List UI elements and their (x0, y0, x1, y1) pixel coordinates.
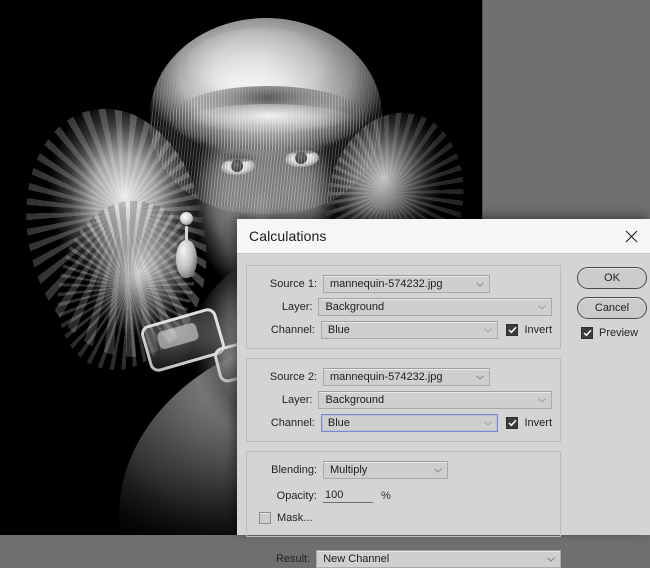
checkbox-checked-icon (506, 416, 519, 429)
source-1-group: Source 1: mannequin-574232.jpg Layer: Ba… (246, 265, 561, 349)
chevron-down-icon (484, 420, 493, 426)
source-2-channel-dropdown[interactable]: Blue (320, 413, 499, 432)
cancel-button[interactable]: Cancel (577, 297, 647, 319)
mask-checkbox[interactable]: Mask... (255, 509, 552, 527)
dialog-body: Source 1: mannequin-574232.jpg Layer: Ba… (237, 254, 650, 568)
source-1-label: Source 1: (269, 277, 317, 290)
source-2-row: Source 2: mannequin-574232.jpg (255, 367, 552, 386)
source-2-channel-label: Channel: (270, 416, 315, 429)
opacity-input[interactable]: 100 (323, 489, 373, 503)
preview-checkbox[interactable]: Preview (581, 327, 650, 339)
chevron-down-icon (476, 374, 484, 380)
source-2-layer-row: Layer: Background (255, 390, 552, 409)
source-1-invert-checkbox[interactable]: Invert (506, 323, 552, 336)
source-2-label: Source 2: (269, 370, 317, 383)
chevron-down-icon (434, 467, 442, 473)
blending-mode-dropdown[interactable]: Multiply (323, 460, 448, 479)
blending-mode-value: Multiply (330, 463, 368, 476)
blending-group: Blending: Multiply Opacity: 100 % Mask..… (246, 451, 561, 537)
checkbox-unchecked-icon (259, 512, 271, 524)
source-1-channel-row: Channel: Blue Invert (255, 320, 552, 339)
source-2-file-dropdown[interactable]: mannequin-574232.jpg (323, 367, 490, 386)
source-1-layer-dropdown[interactable]: Background (318, 297, 552, 316)
calculations-dialog: Calculations Source 1: mannequin-574232.… (237, 219, 650, 568)
chevron-down-icon (476, 281, 484, 287)
source-2-group: Source 2: mannequin-574232.jpg Layer: Ba… (246, 358, 561, 442)
opacity-percent-sign: % (381, 489, 391, 502)
dialog-button-column: OK Cancel Preview (577, 267, 650, 339)
result-label: Result: (275, 552, 311, 565)
close-icon[interactable] (616, 222, 646, 250)
blending-label: Blending: (271, 463, 317, 476)
source-2-channel-row: Channel: Blue Invert (255, 413, 552, 432)
chevron-down-icon (484, 327, 493, 333)
source-1-channel-value: Blue (327, 323, 350, 336)
opacity-row: Opacity: 100 % (255, 486, 552, 505)
photoshop-workspace: Calculations Source 1: mannequin-574232.… (0, 0, 650, 568)
preview-label: Preview (599, 327, 639, 339)
source-1-channel-label: Channel: (270, 323, 315, 336)
source-1-row: Source 1: mannequin-574232.jpg (255, 274, 552, 293)
mask-label: Mask... (277, 512, 313, 524)
dialog-left-column: Source 1: mannequin-574232.jpg Layer: Ba… (237, 254, 570, 568)
source-1-layer-value: Background (325, 300, 385, 313)
source-2-channel-value: Blue (327, 416, 350, 429)
checkbox-checked-icon (506, 323, 519, 336)
result-value: New Channel (323, 552, 390, 565)
source-2-invert-label: Invert (524, 416, 552, 429)
source-2-file-value: mannequin-574232.jpg (330, 370, 443, 383)
source-2-invert-checkbox[interactable]: Invert (506, 416, 552, 429)
source-1-invert-label: Invert (524, 323, 552, 336)
dialog-title: Calculations (249, 228, 327, 244)
source-1-channel-dropdown[interactable]: Blue (320, 320, 499, 339)
result-row: Result: New Channel (246, 549, 561, 568)
chevron-down-icon (547, 556, 555, 562)
photo-hair-fringe-highlight (176, 104, 364, 146)
source-1-file-dropdown[interactable]: mannequin-574232.jpg (323, 274, 490, 293)
source-2-layer-dropdown[interactable]: Background (318, 390, 552, 409)
source-2-layer-value: Background (325, 393, 385, 406)
ok-button[interactable]: OK (577, 267, 647, 289)
result-dropdown[interactable]: New Channel (316, 549, 561, 568)
photo-earring-stud (180, 212, 193, 225)
dialog-titlebar[interactable]: Calculations (237, 219, 650, 254)
chevron-down-icon (538, 397, 546, 403)
opacity-label: Opacity: (276, 489, 317, 502)
source-1-file-value: mannequin-574232.jpg (330, 277, 443, 290)
blending-row: Blending: Multiply (255, 460, 552, 479)
source-1-layer-label: Layer: (281, 300, 313, 313)
photo-earring-drop (176, 240, 197, 278)
source-1-layer-row: Layer: Background (255, 297, 552, 316)
chevron-down-icon (538, 304, 546, 310)
source-2-layer-label: Layer: (281, 393, 313, 406)
checkbox-checked-icon (581, 327, 593, 339)
